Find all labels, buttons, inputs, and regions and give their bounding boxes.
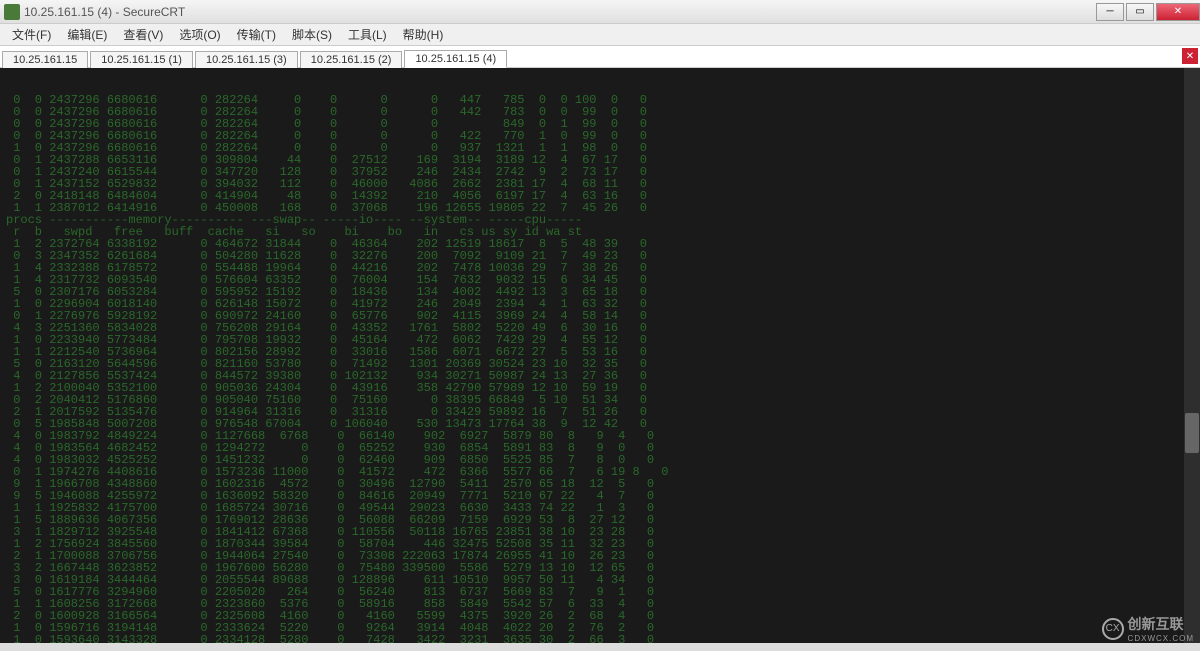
scrollbar-thumb[interactable] [1185, 413, 1199, 453]
close-button[interactable]: ✕ [1156, 3, 1200, 21]
menu-help[interactable]: 帮助(H) [395, 24, 452, 45]
references[interactable]: 编辑(E) [59, 24, 115, 45]
tab-close-all-icon[interactable]: ✕ [1182, 48, 1198, 64]
tab-session-3[interactable]: 10.25.161.15 (2) [300, 51, 403, 68]
tab-session-2[interactable]: 10.25.161.15 (3) [195, 51, 298, 68]
window-title: 10.25.161.15 (4) - SecureCRT [24, 5, 1094, 19]
tab-bar: 10.25.161.15 10.25.161.15 (1) 10.25.161.… [0, 46, 1200, 68]
terminal-scrollbar[interactable] [1184, 68, 1200, 643]
menu-file[interactable]: 文件(F) [4, 24, 59, 45]
menu-transfer[interactable]: 传输(T) [229, 24, 284, 45]
window-buttons: ─ ▭ ✕ [1094, 3, 1200, 21]
menu-script[interactable]: 脚本(S) [284, 24, 340, 45]
menu-view[interactable]: 查看(V) [115, 24, 171, 45]
terminal-pane[interactable]: 0 0 2437296 6680616 0 282264 0 0 0 0 447… [0, 68, 1200, 643]
status-bar [0, 643, 1200, 651]
minimize-button[interactable]: ─ [1096, 3, 1124, 21]
tab-session-1[interactable]: 10.25.161.15 (1) [90, 51, 193, 68]
watermark-sub: CDXWCX.COM [1128, 634, 1194, 643]
menu-tools[interactable]: 工具(L) [340, 24, 395, 45]
menu-bar: 文件(F) 编辑(E) 查看(V) 选项(O) 传输(T) 脚本(S) 工具(L… [0, 24, 1200, 46]
app-icon [4, 4, 20, 20]
maximize-button[interactable]: ▭ [1126, 3, 1154, 21]
watermark: CX 创新互联 CDXWCX.COM [1102, 614, 1194, 643]
watermark-logo: CX [1102, 618, 1124, 640]
title-bar: 10.25.161.15 (4) - SecureCRT ─ ▭ ✕ [0, 0, 1200, 24]
tab-session-4[interactable]: 10.25.161.15 (4) [404, 50, 507, 68]
watermark-text: 创新互联 [1128, 614, 1194, 634]
terminal-output: 0 0 2437296 6680616 0 282264 0 0 0 0 447… [6, 94, 1194, 643]
tab-session-0[interactable]: 10.25.161.15 [2, 51, 88, 68]
menu-options[interactable]: 选项(O) [171, 24, 228, 45]
